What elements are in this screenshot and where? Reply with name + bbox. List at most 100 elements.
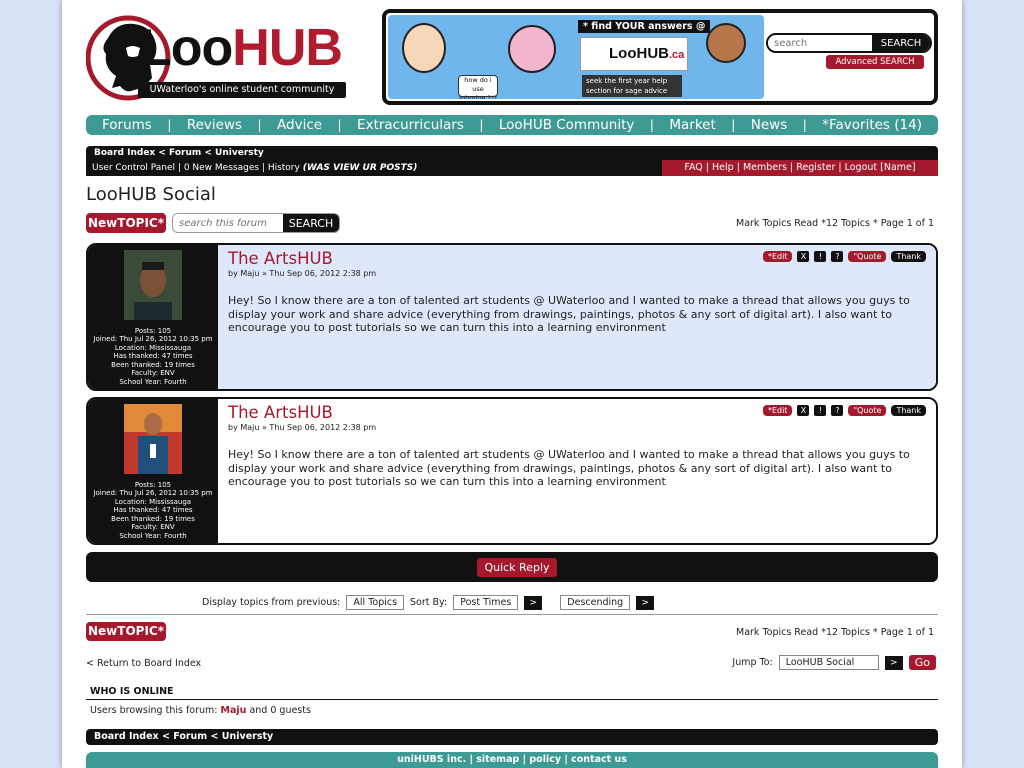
jump-arrow-button[interactable]: > (884, 655, 903, 670)
forum-search-input[interactable] (173, 214, 283, 232)
edit-button[interactable]: *Edit (762, 251, 793, 262)
sort-label: Sort By: (410, 597, 448, 608)
post-meta: by Maju » Thu Sep 06, 2012 2:38 pm (228, 269, 377, 278)
logo-hub: HUB (232, 19, 343, 77)
online-user-link[interactable]: Maju (221, 705, 247, 716)
nav-favorites[interactable]: *Favorites (14) (822, 117, 922, 133)
who-is-online-text: Users browsing this forum: Maju and 0 gu… (90, 705, 311, 716)
who-prefix: Users browsing this forum: (90, 705, 218, 716)
banner-tagline: * find YOUR answers @ (578, 20, 711, 33)
new-topic-button[interactable]: NewTOPIC* (86, 213, 166, 233)
banner-logo: LooHUB.ca (580, 37, 688, 71)
history-link[interactable]: History (268, 160, 300, 176)
breadcrumb[interactable]: Board Index < Forum < Universty (86, 146, 938, 160)
forum-title: LooHUB Social (86, 184, 216, 205)
advanced-search-link[interactable]: Advanced SEARCH (826, 55, 924, 69)
edit-button[interactable]: *Edit (762, 405, 793, 416)
logo-tagline: UWaterloo's online student community (138, 82, 346, 98)
thank-button[interactable]: Thank (891, 251, 926, 262)
post: Posts: 105 Joined: Thu Jul 26, 2012 10:3… (86, 397, 938, 545)
logo-wordmark: LooHUB (140, 18, 343, 78)
author-stat: School Year: Fourth (119, 531, 187, 540)
ucp-link[interactable]: User Control Panel (92, 160, 175, 176)
order-go-button[interactable]: > (636, 595, 655, 610)
banner-help-text: seek the first year help section for sag… (582, 75, 682, 97)
new-messages-link[interactable]: 0 New Messages (184, 160, 259, 176)
info-button[interactable]: ? (831, 405, 844, 416)
nav-news[interactable]: News (751, 117, 787, 133)
topics-select[interactable]: All Topics (346, 595, 405, 610)
who-suffix: and 0 guests (249, 705, 311, 716)
nav-separator: | (337, 118, 342, 132)
page-info-bottom: Mark Topics Read *12 Topics * Page 1 of … (736, 627, 934, 638)
nav-separator: | (802, 118, 807, 132)
nav-separator: | (649, 118, 654, 132)
logout-link[interactable]: Logout [Name] (845, 162, 916, 173)
avatar[interactable] (124, 404, 182, 474)
author-stat: Joined: Thu Jul 26, 2012 10:35 pm (93, 489, 213, 497)
thank-button[interactable]: Thank (891, 405, 926, 416)
author-stat: Been thanked: 19 times (111, 360, 195, 369)
author-stat: Location: Mississauga (114, 343, 192, 352)
post-content: Hey! So I know there are a ton of talent… (228, 294, 910, 334)
author-stat: Has thanked: 47 times (113, 506, 193, 514)
jump-go-button[interactable]: Go (908, 655, 936, 670)
breadcrumb-bottom[interactable]: Board Index < Forum < Universty (86, 729, 938, 745)
order-select[interactable]: Descending (560, 595, 631, 610)
help-link[interactable]: Help (712, 162, 734, 173)
delete-button[interactable]: X (797, 251, 810, 262)
report-button[interactable]: ! (814, 251, 827, 262)
quick-reply-button[interactable]: Quick Reply (477, 558, 557, 577)
logo-loo: Loo (140, 19, 233, 77)
post-content: Hey! So I know there are a ton of talent… (228, 448, 910, 488)
banner-logo-ca: .ca (669, 49, 685, 61)
post-author-panel: Posts: 105 Joined: Thu Jul 26, 2012 10:3… (88, 399, 218, 543)
sort-go-button[interactable]: > (524, 595, 543, 610)
new-topic-button-bottom[interactable]: NewTOPIC* (86, 622, 166, 641)
jump-label: Jump To: (732, 657, 773, 668)
author-stat: Has thanked: 47 times (113, 352, 193, 360)
footer-links[interactable]: uniHUBS inc. | sitemap | policy | contac… (86, 752, 938, 768)
return-to-index-link[interactable]: < Return to Board Index (86, 658, 201, 669)
quote-button[interactable]: "Quote (848, 405, 887, 416)
forum-search-button[interactable]: SEARCH (283, 214, 339, 232)
author-stat: Posts: 105 (134, 326, 172, 335)
banner-ad[interactable]: how do i use Jobmine ?!? * find YOUR ans… (388, 15, 764, 99)
user-links: FAQ | Help | Members | Register | Logout… (662, 160, 938, 176)
author-stat: School Year: Fourth (119, 377, 187, 386)
nav-forums[interactable]: Forums (102, 117, 152, 133)
info-button[interactable]: ? (831, 251, 844, 262)
nav-advice[interactable]: Advice (277, 117, 322, 133)
nav-loohub-community[interactable]: LooHUB Community (499, 117, 635, 133)
report-button[interactable]: ! (814, 405, 827, 416)
nav-extracurriculars[interactable]: Extracurriculars (357, 117, 464, 133)
header-banner: how do i use Jobmine ?!? * find YOUR ans… (382, 9, 938, 105)
nav-separator: | (257, 118, 262, 132)
author-stat: Posts: 105 (134, 480, 172, 489)
user-control-bar: User Control Panel | 0 New Messages | Hi… (86, 160, 938, 176)
register-link[interactable]: Register (796, 162, 835, 173)
quote-button[interactable]: "Quote (848, 251, 887, 262)
members-link[interactable]: Members (743, 162, 787, 173)
display-label: Display topics from previous: (202, 597, 341, 608)
post-meta: by Maju » Thu Sep 06, 2012 2:38 pm (228, 423, 377, 432)
display-options: Display topics from previous: All Topics… (202, 595, 655, 610)
delete-button[interactable]: X (797, 405, 810, 416)
avatar[interactable] (124, 250, 182, 320)
header-search-button[interactable]: SEARCH (872, 35, 930, 51)
divider (86, 699, 938, 700)
author-stat: Faculty: ENV (131, 369, 175, 377)
post-actions: *Edit X ! ? "Quote Thank (762, 251, 926, 262)
faq-link[interactable]: FAQ (684, 162, 702, 173)
nav-reviews[interactable]: Reviews (187, 117, 242, 133)
forum-search: SEARCH (172, 213, 340, 233)
sort-select[interactable]: Post Times (453, 595, 519, 610)
page-info: Mark Topics Read *12 Topics * Page 1 of … (736, 218, 934, 229)
header-search: SEARCH (766, 33, 932, 53)
header-search-input[interactable] (768, 35, 872, 51)
post-body: The ArtsHUB by Maju » Thu Sep 06, 2012 2… (218, 399, 936, 543)
nav-market[interactable]: Market (669, 117, 715, 133)
banner-character-student (402, 23, 446, 73)
main-nav: Forums | Reviews | Advice | Extracurricular… (86, 115, 938, 135)
jump-select[interactable]: LooHUB Social (778, 655, 879, 670)
